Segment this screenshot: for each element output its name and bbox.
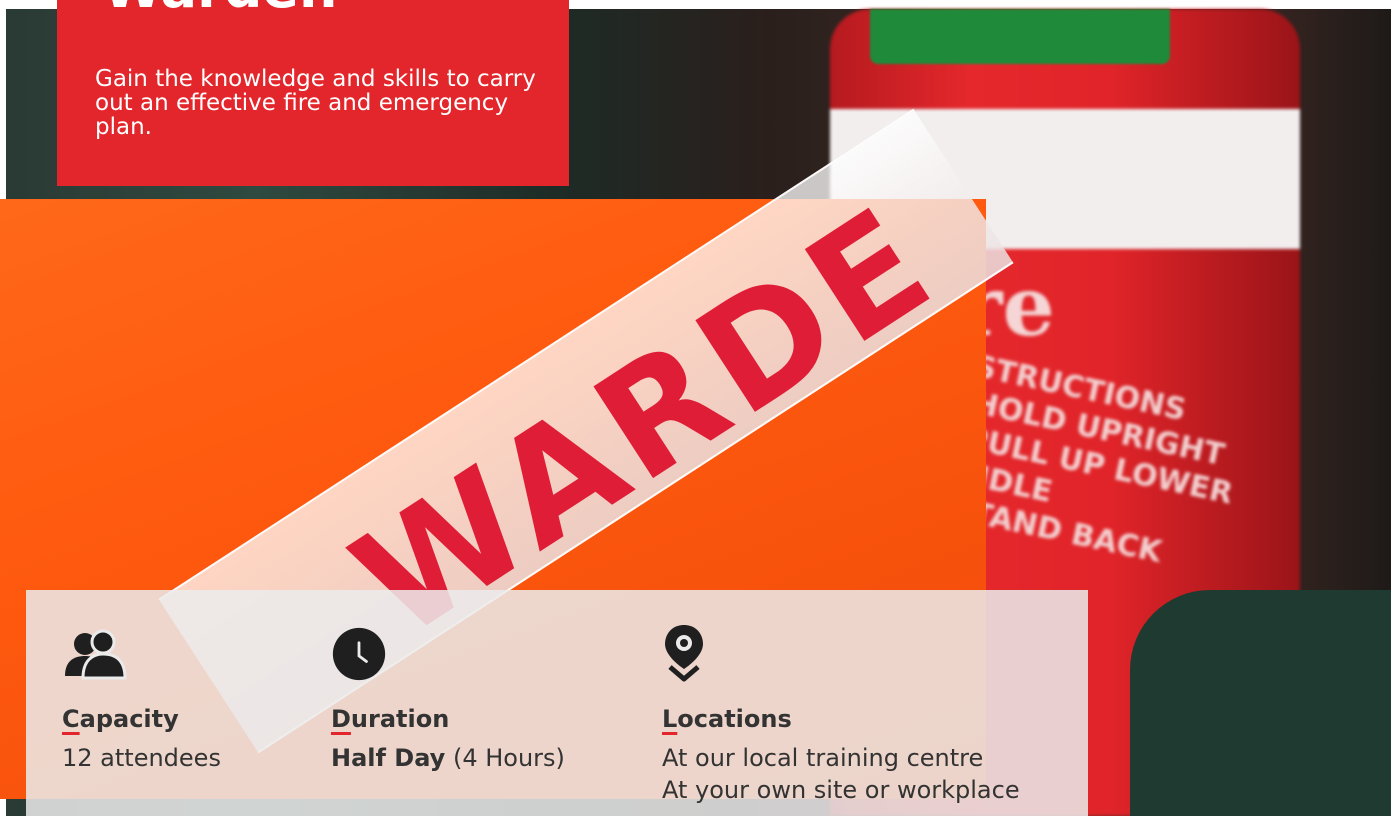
duration-heading: Duration xyxy=(331,705,450,733)
course-info-panel: Capacity 12 attendees Duration Half Day … xyxy=(26,590,1088,816)
extinguisher-green-tag xyxy=(870,9,1170,64)
location-pin-icon xyxy=(665,625,703,682)
location-item: At your own site or workplace xyxy=(662,776,1020,804)
locations-heading: Locations xyxy=(662,705,792,733)
duration-value: Half Day (4 Hours) xyxy=(331,744,565,772)
hero-section: Fire INSTRUCTIONS 1. HOLD UPRIGHT 2. PUL… xyxy=(0,0,1391,816)
clock-icon xyxy=(332,627,386,681)
users-icon xyxy=(65,629,127,680)
title-card: Warden Gain the knowledge and skills to … xyxy=(57,0,569,186)
locations-list: At our local training centre At your own… xyxy=(662,742,1020,806)
sleeve-shadow xyxy=(1130,590,1391,816)
capacity-value: 12 attendees xyxy=(62,744,221,772)
location-item: At our local training centre xyxy=(662,744,984,772)
page-subtitle: Gain the knowledge and skills to carry o… xyxy=(95,66,536,140)
page-title: Warden xyxy=(103,0,337,16)
capacity-heading: Capacity xyxy=(62,705,179,733)
